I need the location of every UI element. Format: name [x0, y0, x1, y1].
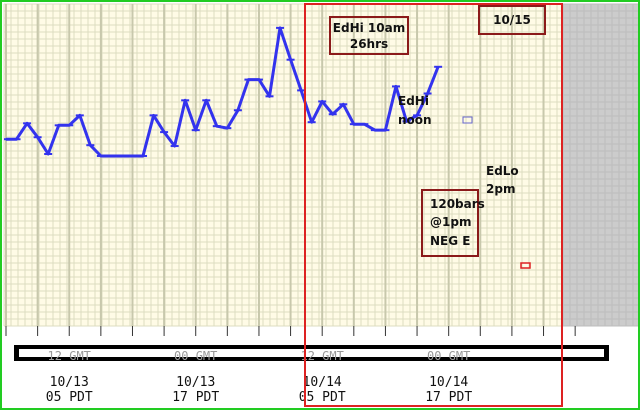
x-tick-label-time: 17 PDT — [425, 390, 472, 405]
annotation-edhi-10am-line2: 26hrs — [350, 37, 388, 51]
x-axis-ticks — [5, 326, 576, 336]
chart: 12 GMT 00 GMT 12 GMT 00 GMT 10/1305 PDT10/1… — [0, 0, 640, 410]
x-tick-label-date: 10/13 — [50, 375, 89, 390]
x-tick-label-time: 17 PDT — [172, 390, 219, 405]
annotation-120bars-line2: @1pm — [430, 215, 471, 229]
annotation-edlo-2pm-line1: EdLo — [486, 164, 519, 178]
annotation-edlo-2pm-line2: 2pm — [486, 182, 515, 196]
annotation-edhi-10am-line1: EdHi 10am — [333, 21, 405, 35]
annotation-date-text: 10/15 — [493, 13, 531, 27]
x-tick-label-upper: 12 GMT — [48, 349, 91, 363]
x-tick-label-upper: 00 GMT — [427, 349, 470, 363]
x-tick-label-date: 10/13 — [176, 375, 215, 390]
x-tick-label-date: 10/14 — [303, 375, 342, 390]
x-tick-label-time: 05 PDT — [46, 390, 93, 405]
x-tick-labels: 10/1305 PDT10/1317 PDT10/1405 PDT10/1417… — [46, 375, 473, 405]
x-tick-label-upper: 00 GMT — [174, 349, 217, 363]
annotation-120bars-line1: 120bars — [430, 197, 485, 211]
annotation-120bars-line3: NEG E — [430, 234, 470, 248]
annotation-edhi-noon-line1: EdHi — [398, 94, 429, 108]
annotation-edhi-noon-line2: noon — [398, 113, 432, 127]
x-tick-label-upper: 12 GMT — [301, 349, 344, 363]
x-tick-label-date: 10/14 — [429, 375, 468, 390]
